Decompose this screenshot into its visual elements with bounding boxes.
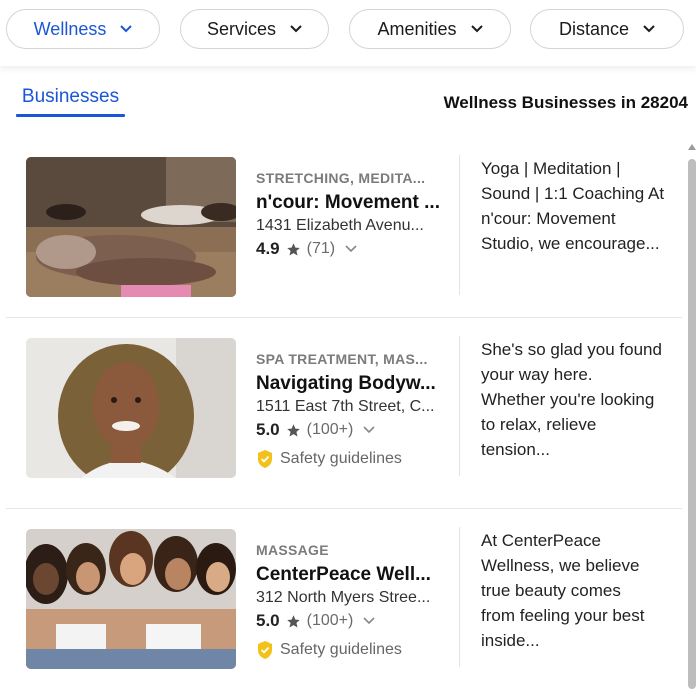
scroll-up-icon[interactable] [688, 143, 696, 151]
description-line: your way here. [481, 365, 593, 384]
description-line: tension... [481, 440, 550, 459]
list-divider [6, 508, 682, 509]
business-address: 312 North Myers Stree... [256, 589, 431, 606]
description-line: true beauty comes [481, 581, 621, 600]
safety-label: Safety guidelines [280, 450, 402, 467]
business-photo[interactable] [26, 157, 236, 297]
business-info: STRETCHING, MEDITA... n'cour: Movement .… [256, 170, 442, 259]
description-line: to relax, relieve [481, 415, 597, 434]
business-description: She's so glad you found your way here. W… [481, 337, 671, 462]
results-title: Wellness Businesses in 28204 [443, 93, 688, 112]
description-line: Wellness, we believe [481, 556, 640, 575]
chevron-down-icon [470, 23, 483, 35]
star-icon [286, 423, 300, 436]
list-divider [6, 317, 682, 318]
filter-services[interactable]: Services [180, 9, 329, 49]
tab-label: Businesses [21, 86, 120, 107]
chevron-down-icon [290, 23, 302, 35]
card-divider [459, 155, 460, 295]
shield-icon [258, 641, 272, 659]
filter-label: Amenities [377, 18, 457, 39]
scrollbar[interactable] [687, 143, 696, 691]
business-category: STRETCHING, MEDITA... [256, 170, 426, 186]
rating-value: 5.0 [256, 420, 280, 439]
business-name[interactable]: Navigating Bodyw... [256, 373, 442, 395]
filter-distance[interactable]: Distance [530, 9, 684, 49]
shield-icon [258, 450, 272, 468]
scrollbar-thumb[interactable] [688, 159, 696, 689]
rating-row: 5.0 (100+) [256, 420, 442, 440]
star-icon [286, 242, 300, 255]
filter-bar: Wellness Services Amenities Distance [0, 0, 696, 66]
description-line: Whether you're looking [481, 390, 655, 409]
chevron-down-icon[interactable] [345, 245, 357, 253]
safety-label: Safety guidelines [280, 641, 402, 658]
description-line: n'cour: Movement [481, 209, 616, 228]
business-description: At CenterPeace Wellness, we believe true… [481, 528, 671, 653]
chevron-down-icon[interactable] [363, 617, 375, 625]
safety-guidelines-link[interactable]: Safety guidelines [256, 449, 442, 469]
description-line: from feeling your best [481, 606, 645, 625]
rating-row: 4.9 (71) [256, 239, 442, 259]
description-line: Yoga | Meditation | [481, 159, 621, 178]
business-photo[interactable] [26, 529, 236, 669]
filter-label: Wellness [33, 18, 107, 39]
business-name[interactable]: CenterPeace Well... [256, 564, 442, 586]
business-address: 1431 Elizabeth Avenu... [256, 217, 424, 234]
rating-row: 5.0 (100+) [256, 611, 442, 631]
tab-businesses[interactable]: Businesses [16, 86, 125, 117]
description-line: Studio, we encourage... [481, 234, 660, 253]
description-line: She's so glad you found [481, 340, 662, 359]
safety-guidelines-link[interactable]: Safety guidelines [256, 640, 442, 660]
description-line: inside... [481, 631, 540, 650]
filter-wellness[interactable]: Wellness [6, 9, 160, 49]
business-card[interactable]: SPA TREATMENT, MAS... Navigating Bodyw..… [6, 321, 682, 491]
chevron-down-icon [643, 23, 655, 35]
rating-value: 4.9 [256, 239, 280, 258]
business-address: 1511 East 7th Street, C... [256, 398, 435, 415]
star-icon [286, 614, 300, 627]
review-count: (100+) [306, 421, 354, 438]
business-name[interactable]: n'cour: Movement ... [256, 192, 442, 214]
description-line: At CenterPeace [481, 531, 602, 550]
chevron-down-icon [120, 23, 133, 35]
business-card[interactable]: STRETCHING, MEDITA... n'cour: Movement .… [6, 140, 682, 310]
business-category: MASSAGE [256, 542, 329, 558]
filter-label: Distance [558, 18, 630, 39]
review-count: (71) [306, 240, 336, 257]
business-category: SPA TREATMENT, MAS... [256, 351, 428, 367]
business-description: Yoga | Meditation | Sound | 1:1 Coaching… [481, 156, 671, 256]
description-line: Sound | 1:1 Coaching At [481, 184, 665, 203]
chevron-down-icon[interactable] [363, 426, 375, 434]
filter-amenities[interactable]: Amenities [349, 9, 511, 49]
card-divider [459, 527, 460, 667]
business-card[interactable]: MASSAGE CenterPeace Well... 312 North My… [6, 512, 682, 682]
business-info: SPA TREATMENT, MAS... Navigating Bodyw..… [256, 351, 442, 469]
filter-label: Services [206, 18, 277, 39]
rating-value: 5.0 [256, 611, 280, 630]
tab-active-indicator [16, 114, 125, 117]
business-photo[interactable] [26, 338, 236, 478]
business-info: MASSAGE CenterPeace Well... 312 North My… [256, 542, 442, 660]
card-divider [459, 336, 460, 476]
review-count: (100+) [306, 612, 354, 629]
